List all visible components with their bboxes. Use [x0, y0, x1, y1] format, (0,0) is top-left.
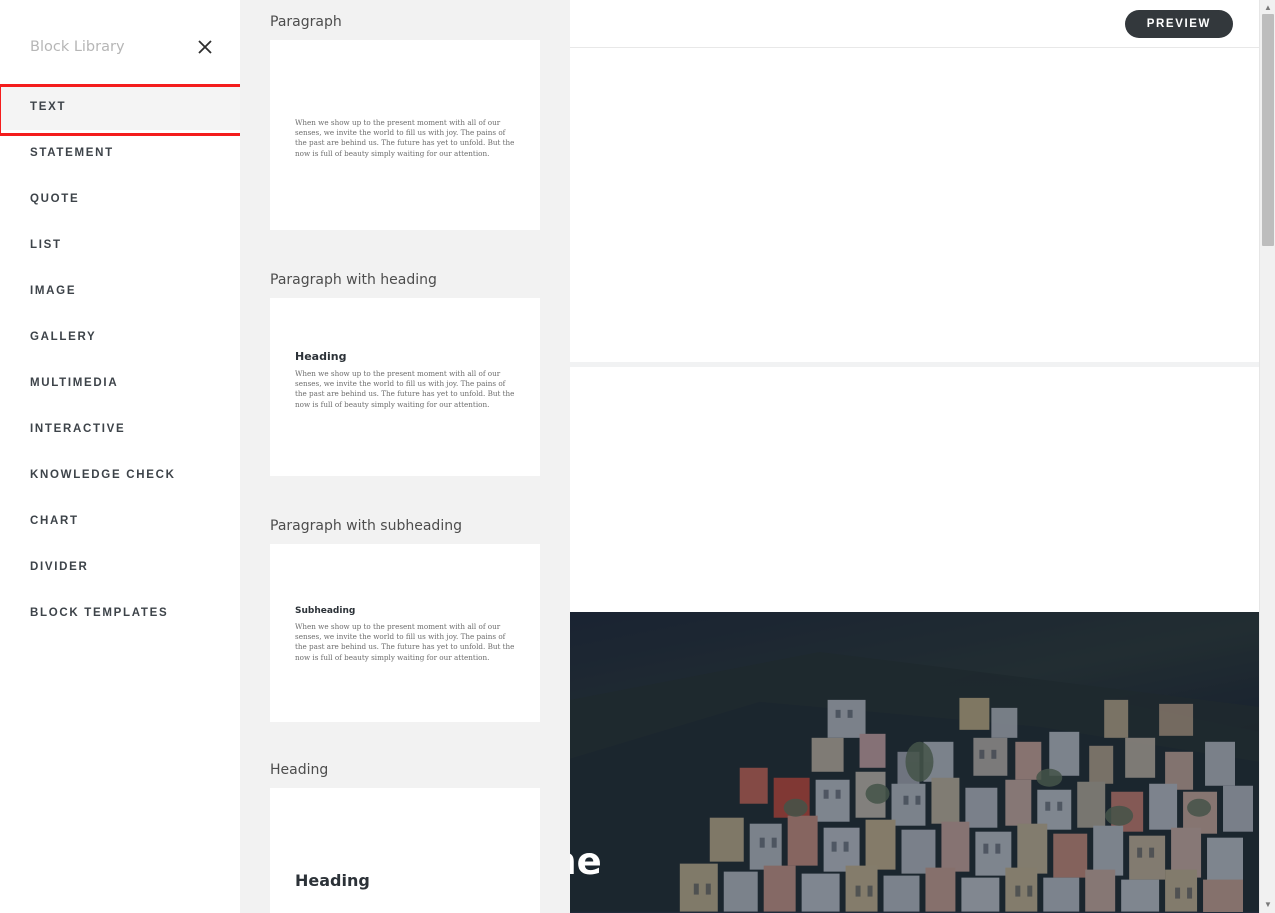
page-scrollbar[interactable]: ▲ ▼: [1259, 0, 1275, 913]
sidebar-item-label: LIST: [30, 239, 62, 251]
sidebar-item-label: BLOCK TEMPLATES: [30, 607, 169, 619]
triangle-down-icon[interactable]: ▼: [1260, 897, 1275, 913]
sidebar-item-quote[interactable]: QUOTE: [0, 176, 240, 222]
block-library-nav: Block Library TEXT STATEMENT QUOTE LIST …: [0, 0, 243, 913]
preview-button[interactable]: PREVIEW: [1124, 9, 1233, 38]
block-library-header: Block Library: [0, 0, 240, 56]
page-scrollbar-thumb[interactable]: [1262, 14, 1274, 246]
block-card-subheading: Subheading: [295, 606, 356, 616]
sidebar-item-multimedia[interactable]: MULTIMEDIA: [0, 360, 240, 406]
sidebar-item-label: QUOTE: [30, 193, 80, 205]
block-card-heading: Heading: [295, 871, 370, 890]
sidebar-item-label: MULTIMEDIA: [30, 377, 119, 389]
block-label: Paragraph with subheading: [270, 518, 462, 534]
block-card-paragraph-text: When we show up to the present moment wi…: [295, 118, 515, 158]
sidebar-item-text[interactable]: TEXT: [0, 84, 243, 136]
block-card-paragraph-text: When we show up to the present moment wi…: [295, 622, 515, 662]
block-card-paragraph-with-heading[interactable]: Heading When we show up to the present m…: [270, 298, 540, 476]
block-card-heading: Heading: [295, 350, 347, 363]
sidebar-item-label: STATEMENT: [30, 147, 114, 159]
sidebar-item-list[interactable]: LIST: [0, 222, 240, 268]
hero-line-2: or to the: [560, 840, 602, 883]
block-category-list: TEXT STATEMENT QUOTE LIST IMAGE GALLERY: [0, 84, 243, 636]
sidebar-item-image[interactable]: IMAGE: [0, 268, 240, 314]
sidebar-item-chart[interactable]: CHART: [0, 498, 240, 544]
sidebar-item-gallery[interactable]: GALLERY: [0, 314, 240, 360]
app-root: PREVIEW on into the text ge mage: [0, 0, 1275, 913]
block-library-title: Block Library: [30, 39, 125, 55]
sidebar-item-block-templates[interactable]: BLOCK TEMPLATES: [0, 590, 240, 636]
block-label: Heading: [270, 762, 329, 778]
block-preview-panel: Paragraph When we show up to the present…: [240, 0, 570, 913]
block-group-paragraph-heading: Paragraph with heading Heading When we s…: [240, 258, 554, 476]
sidebar-item-label: KNOWLEDGE CHECK: [30, 469, 176, 481]
hero-line-1: friends: [560, 790, 1259, 838]
block-card-paragraph[interactable]: When we show up to the present moment wi…: [270, 40, 540, 230]
hero-text-block: augh friends or to the belong.: [560, 742, 1259, 913]
block-label: Paragraph: [270, 14, 342, 30]
sidebar-item-label: INTERACTIVE: [30, 423, 126, 435]
hero-image-block[interactable]: augh friends or to the belong.: [560, 612, 1259, 913]
sidebar-item-label: GALLERY: [30, 331, 97, 343]
sidebar-item-label: DIVIDER: [30, 561, 89, 573]
block-preview-list: Paragraph When we show up to the present…: [240, 0, 554, 913]
hero-line-3: belong.: [560, 886, 1259, 913]
hero-line-0: augh: [560, 742, 1259, 790]
sidebar-item-label: CHART: [30, 515, 79, 527]
block-library-overlay: Block Library TEXT STATEMENT QUOTE LIST …: [0, 0, 570, 913]
sidebar-item-label: IMAGE: [30, 285, 77, 297]
sidebar-item-knowledge-check[interactable]: KNOWLEDGE CHECK: [0, 452, 240, 498]
block-label: Paragraph with heading: [270, 272, 437, 288]
block-card-heading-block[interactable]: Heading: [270, 788, 540, 913]
close-icon[interactable]: [196, 38, 214, 56]
sidebar-item-statement[interactable]: STATEMENT: [0, 130, 240, 176]
block-group-heading: Heading Heading: [240, 748, 554, 913]
block-group-paragraph: Paragraph When we show up to the present…: [240, 0, 554, 230]
sidebar-item-divider[interactable]: DIVIDER: [0, 544, 240, 590]
block-card-paragraph-with-subheading[interactable]: Subheading When we show up to the presen…: [270, 544, 540, 722]
block-group-paragraph-subheading: Paragraph with subheading Subheading Whe…: [240, 504, 554, 722]
sidebar-item-interactive[interactable]: INTERACTIVE: [0, 406, 240, 452]
sidebar-item-label: TEXT: [30, 101, 67, 113]
block-card-paragraph-text: When we show up to the present moment wi…: [295, 369, 515, 409]
